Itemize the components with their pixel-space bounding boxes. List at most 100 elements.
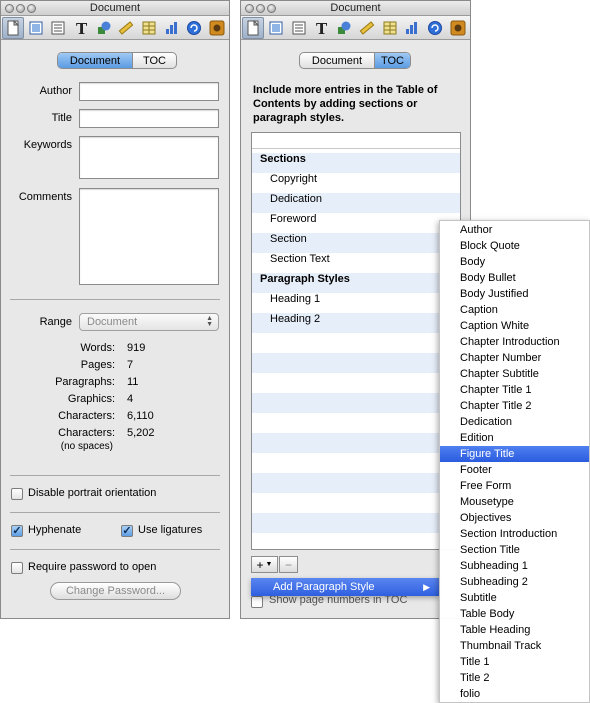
layout-inspector-icon[interactable] <box>265 17 287 39</box>
style-menu-item[interactable]: Title 1 <box>440 654 589 670</box>
require-password-checkbox[interactable] <box>11 562 23 574</box>
style-menu-item[interactable]: Caption White <box>440 318 589 334</box>
toc-entry[interactable]: Section Text <box>252 249 460 269</box>
close-button[interactable] <box>245 4 254 13</box>
style-menu-item[interactable]: Caption <box>440 302 589 318</box>
stat-value: 7 <box>127 359 134 371</box>
toc-entry[interactable]: Heading 2 <box>252 309 460 329</box>
style-menu-item[interactable]: Thumbnail Track <box>440 638 589 654</box>
table-inspector-icon[interactable] <box>138 17 160 39</box>
add-style-button[interactable]: + ▼ <box>251 556 278 573</box>
style-menu-item[interactable]: Chapter Introduction <box>440 334 589 350</box>
style-menu-item[interactable]: Footer <box>440 462 589 478</box>
style-menu-item[interactable]: Subtitle <box>440 590 589 606</box>
style-menu-item[interactable]: Body <box>440 254 589 270</box>
chart-inspector-icon[interactable] <box>402 17 424 39</box>
tab-document[interactable]: Document <box>58 53 132 68</box>
toc-entry[interactable]: Foreword <box>252 209 460 229</box>
graphic-inspector-icon[interactable] <box>333 17 355 39</box>
toc-entry[interactable]: Section <box>252 229 460 249</box>
add-paragraph-style-menu-item[interactable]: Add Paragraph Style ▶ <box>251 578 439 596</box>
text-inspector-icon[interactable]: T <box>70 17 92 39</box>
chart-inspector-icon[interactable] <box>161 17 183 39</box>
inspector-toolbar: T <box>1 16 229 40</box>
toc-group-header: Paragraph Styles <box>260 273 350 285</box>
document-toc-segmented-control: Document TOC <box>57 52 177 69</box>
style-menu-item[interactable]: Chapter Title 1 <box>440 382 589 398</box>
metrics-inspector-icon[interactable] <box>116 17 138 39</box>
stat-label: Paragraphs: <box>55 376 115 388</box>
quicktime-inspector-icon[interactable] <box>447 17 469 39</box>
style-menu-item[interactable]: Section Introduction <box>440 526 589 542</box>
style-menu-item[interactable]: Subheading 1 <box>440 558 589 574</box>
minimize-button[interactable] <box>16 4 25 13</box>
text-inspector-icon[interactable]: T <box>310 17 332 39</box>
wrap-inspector-icon[interactable] <box>288 17 310 39</box>
stat-value: 4 <box>127 393 134 405</box>
divider <box>10 512 220 513</box>
document-inspector-icon[interactable] <box>242 16 264 39</box>
add-paragraph-style-label: Add Paragraph Style <box>273 581 375 593</box>
range-popup[interactable]: Document ▲ ▼ <box>79 313 219 331</box>
style-menu-item[interactable]: Edition <box>440 430 589 446</box>
toc-entries-list[interactable]: Sections Copyright Dedication Foreword Secti… <box>251 132 461 550</box>
style-menu-item[interactable]: Chapter Title 2 <box>440 398 589 414</box>
window-buttons <box>5 4 36 13</box>
title-bar[interactable]: Document <box>1 1 229 16</box>
ligatures-checkbox[interactable]: ✓ <box>121 525 133 537</box>
style-menu-item[interactable]: Dedication <box>440 414 589 430</box>
stat-label: Characters: <box>58 410 115 422</box>
submenu-arrow-icon: ▶ <box>423 582 430 592</box>
layout-inspector-icon[interactable] <box>25 17 47 39</box>
style-menu-item[interactable]: Figure Title <box>440 446 589 462</box>
link-inspector-icon[interactable] <box>424 17 446 39</box>
keywords-field[interactable] <box>79 136 219 179</box>
title-bar[interactable]: Document <box>241 1 470 16</box>
style-menu-item[interactable]: Objectives <box>440 510 589 526</box>
disable-portrait-checkbox[interactable] <box>11 488 23 500</box>
wrap-inspector-icon[interactable] <box>47 17 69 39</box>
range-label: Range <box>39 316 72 328</box>
zoom-button[interactable] <box>27 4 36 13</box>
graphic-inspector-icon[interactable] <box>93 17 115 39</box>
stat-value: 919 <box>127 342 146 354</box>
tab-toc[interactable]: TOC <box>132 53 176 68</box>
style-menu-item[interactable]: Body Bullet <box>440 270 589 286</box>
hyphenate-checkbox[interactable]: ✓ <box>11 525 23 537</box>
zoom-button[interactable] <box>267 4 276 13</box>
tab-toc[interactable]: TOC <box>374 53 410 68</box>
style-menu-item[interactable]: Mousetype <box>440 494 589 510</box>
toc-entry[interactable]: Dedication <box>252 189 460 209</box>
style-menu-item[interactable]: Chapter Subtitle <box>440 366 589 382</box>
style-menu-item[interactable]: Chapter Number <box>440 350 589 366</box>
style-menu-item[interactable]: Subheading 2 <box>440 574 589 590</box>
show-page-numbers-checkbox[interactable] <box>251 596 263 608</box>
style-menu-item[interactable]: Author <box>440 222 589 238</box>
toc-entry[interactable]: Copyright <box>252 169 460 189</box>
change-password-button[interactable]: Change Password... <box>50 582 181 600</box>
title-field[interactable] <box>79 109 219 128</box>
metrics-inspector-icon[interactable] <box>356 17 378 39</box>
table-inspector-icon[interactable] <box>379 17 401 39</box>
style-menu-item[interactable]: Section Title <box>440 542 589 558</box>
style-menu-item[interactable]: Free Form <box>440 478 589 494</box>
author-field[interactable] <box>79 82 219 101</box>
style-menu-item[interactable]: folio <box>440 686 589 702</box>
toc-entry[interactable]: Heading 1 <box>252 289 460 309</box>
close-button[interactable] <box>5 4 14 13</box>
tab-document[interactable]: Document <box>300 53 374 68</box>
style-menu-item[interactable]: Table Body <box>440 606 589 622</box>
style-menu-item[interactable]: Title 2 <box>440 670 589 686</box>
chevron-down-icon: ▼ <box>265 561 273 568</box>
link-inspector-icon[interactable] <box>184 17 206 39</box>
comments-field[interactable] <box>79 188 219 285</box>
style-menu-item[interactable]: Table Heading <box>440 622 589 638</box>
stat-label: Graphics: <box>67 393 115 405</box>
style-menu-item[interactable]: Body Justified <box>440 286 589 302</box>
ligatures-label: Use ligatures <box>138 524 203 536</box>
document-inspector-icon[interactable] <box>2 16 24 39</box>
quicktime-inspector-icon[interactable] <box>206 17 228 39</box>
remove-style-button[interactable]: − <box>279 556 298 573</box>
minimize-button[interactable] <box>256 4 265 13</box>
style-menu-item[interactable]: Block Quote <box>440 238 589 254</box>
